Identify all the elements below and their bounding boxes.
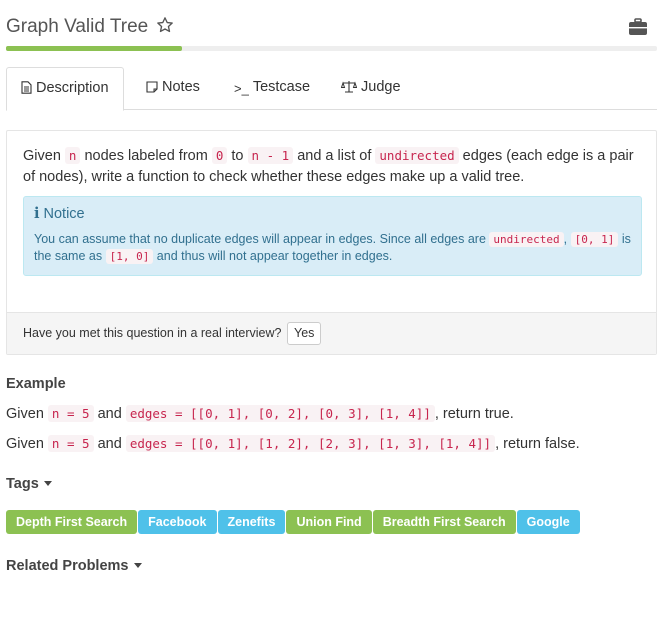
example-heading: Example (6, 376, 66, 392)
tag-google[interactable]: Google (516, 510, 580, 534)
note-icon (146, 81, 158, 93)
example-line-1: Given n = 5 and edges = [[0, 1], [0, 2],… (6, 405, 514, 422)
star-icon[interactable] (156, 16, 174, 34)
tab-bar: Description Notes >_ Testcase Judge (6, 67, 657, 111)
file-icon (21, 81, 32, 94)
description-panel: Given n nodes labeled from 0 to n - 1 an… (6, 130, 657, 355)
page-title: Graph Valid Tree (6, 16, 149, 37)
tag-zenefits[interactable]: Zenefits (217, 510, 286, 534)
terminal-icon: >_ (234, 81, 249, 96)
title-row: Graph Valid Tree (6, 14, 656, 40)
interview-question: Have you met this question in a real int… (23, 326, 282, 340)
info-icon: i (34, 205, 40, 222)
notice-text: You can assume that no duplicate edges w… (34, 232, 631, 264)
tab-label: Judge (361, 79, 401, 95)
problem-description: Given n nodes labeled from 0 to n - 1 an… (23, 147, 634, 185)
tag-facebook[interactable]: Facebook (138, 510, 217, 534)
progress-fill (6, 46, 182, 51)
notice-box: i Notice You can assume that no duplicate… (23, 196, 642, 276)
notice-title: i Notice (34, 205, 85, 222)
tab-label: Notes (162, 79, 200, 95)
tab-label: Testcase (252, 79, 311, 95)
example-line-2: Given n = 5 and edges = [[0, 1], [1, 2],… (6, 435, 580, 452)
scale-icon (341, 81, 357, 93)
tag-list: Depth First Search Facebook Zenefits Union … (6, 510, 581, 534)
interview-footer: Have you met this question in a real int… (7, 312, 656, 354)
tab-testcase[interactable]: >_ Testcase (220, 67, 324, 110)
tag-depth-first-search[interactable]: Depth First Search (6, 510, 138, 534)
briefcase-icon[interactable] (628, 18, 648, 36)
tags-toggle[interactable]: Tags (6, 476, 52, 492)
caret-down-icon (133, 563, 142, 568)
related-problems-toggle[interactable]: Related Problems (6, 558, 142, 574)
caret-down-icon (43, 481, 52, 486)
tag-union-find[interactable]: Union Find (286, 510, 372, 534)
yes-button[interactable]: Yes (287, 322, 322, 345)
tab-label: Description (36, 80, 109, 96)
tab-judge[interactable]: Judge (327, 67, 415, 110)
tag-breadth-first-search[interactable]: Breadth First Search (372, 510, 516, 534)
tab-description[interactable]: Description (6, 67, 124, 111)
tab-notes[interactable]: Notes (132, 67, 214, 110)
progress-bar (6, 46, 657, 51)
